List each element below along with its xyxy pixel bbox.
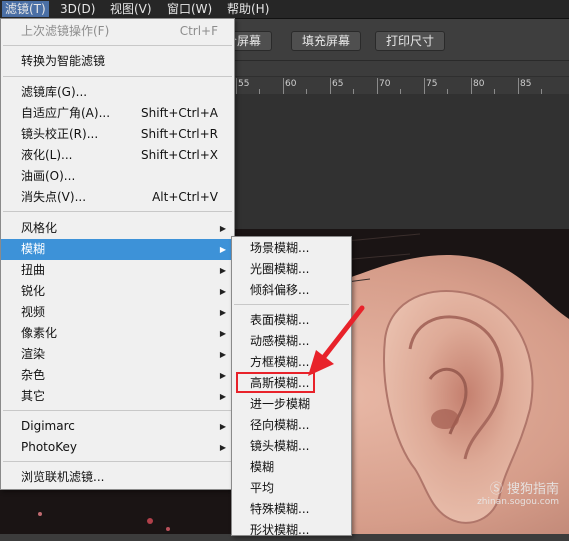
submenu-item-average[interactable]: 平均 [232,478,351,499]
menu-bar: 滤镜(T) 3D(D) 视图(V) 窗口(W) 帮助(H) [0,0,569,19]
menu-item-blur[interactable]: 模糊 ▶ [1,239,234,260]
watermark-url: zhinan.sogou.com [477,497,559,507]
print-size-button[interactable]: 打印尺寸 [375,31,446,51]
submenu-arrow-icon: ▶ [219,266,226,275]
submenu-item-label: 模糊 [250,460,275,474]
submenu-item-label: 镜头模糊... [250,439,310,453]
ruler-tick [330,78,331,94]
submenu-arrow-icon: ▶ [219,422,226,431]
submenu-item-label: 场景模糊... [250,241,310,255]
ruler-tick [471,78,472,94]
submenu-item-iris-blur[interactable]: 光圈模糊... [232,259,351,280]
menu-separator [3,76,232,77]
ruler-label: 60 [285,79,297,89]
menu-view[interactable]: 视图(V) [107,1,155,17]
menu-item-distort[interactable]: 扭曲 ▶ [1,260,234,281]
watermark-logo-icon: Ⓢ [489,482,503,497]
horizontal-ruler: 55 60 65 70 75 80 85 [233,76,569,95]
annotation-arrow-icon [308,305,365,376]
menu-item-vanishing-point[interactable]: 消失点(V)... Alt+Ctrl+V [1,187,234,208]
submenu-item-label: 径向模糊... [250,418,310,432]
ruler-label: 65 [332,79,344,89]
submenu-arrow-icon: ▶ [219,308,226,317]
ruler-label: 55 [238,79,250,89]
menu-item-pixelate[interactable]: 像素化 ▶ [1,323,234,344]
menu-separator [3,45,232,46]
submenu-item-radial-blur[interactable]: 径向模糊... [232,415,351,436]
menu-item-adaptive-wide-angle[interactable]: 自适应广角(A)... Shift+Ctrl+A [1,103,234,124]
menu-item-stylize[interactable]: 风格化 ▶ [1,218,234,239]
submenu-arrow-icon: ▶ [219,350,226,359]
submenu-arrow-icon: ▶ [219,287,226,296]
menu-item-render[interactable]: 渲染 ▶ [1,344,234,365]
menu-item-noise[interactable]: 杂色 ▶ [1,365,234,386]
ruler-tick [424,78,425,94]
menu-separator [3,461,232,462]
menu-item-liquify[interactable]: 液化(L)... Shift+Ctrl+X [1,145,234,166]
menu-item-oil-paint[interactable]: 油画(O)... [1,166,234,187]
menu-item-other[interactable]: 其它 ▶ [1,386,234,407]
menu-item-video[interactable]: 视频 ▶ [1,302,234,323]
submenu-item-label: 平均 [250,481,275,495]
submenu-arrow-icon: ▶ [219,329,226,338]
submenu-item-lens-blur[interactable]: 镜头模糊... [232,436,351,457]
ruler-tick [236,78,237,94]
watermark: Ⓢ 搜狗指南 zhinan.sogou.com [477,478,559,507]
submenu-item-label: 形状模糊... [250,523,310,537]
menu-separator [3,211,232,212]
menu-help[interactable]: 帮助(H) [224,1,272,17]
menu-filter[interactable]: 滤镜(T) [2,1,49,17]
filter-menu: 上次滤镜操作(F) Ctrl+F 转换为智能滤镜 滤镜库(G)... 自适应广角(… [0,18,235,490]
menu-3d[interactable]: 3D(D) [57,1,98,17]
ruler-label: 80 [473,79,485,89]
submenu-item-smart-blur[interactable]: 特殊模糊... [232,499,351,520]
watermark-brand: 搜狗指南 [506,482,559,497]
submenu-arrow-icon: ▶ [219,371,226,380]
submenu-arrow-icon: ▶ [219,443,226,452]
submenu-item-label: 特殊模糊... [250,502,310,516]
menu-item-browse-filters-online[interactable]: 浏览联机滤镜... [1,467,234,488]
menu-item-convert-smart-filter[interactable]: 转换为智能滤镜 [1,51,234,72]
menu-item-digimarc[interactable]: Digimarc ▶ [1,416,234,437]
submenu-item-blur[interactable]: 模糊 [232,457,351,478]
submenu-item-shape-blur[interactable]: 形状模糊... [232,520,351,541]
submenu-item-field-blur[interactable]: 场景模糊... [232,238,351,259]
menu-item-filter-gallery[interactable]: 滤镜库(G)... [1,82,234,103]
ruler-label: 75 [426,79,438,89]
menu-window[interactable]: 窗口(W) [164,1,215,17]
fill-screen-button[interactable]: 填充屏幕 [291,31,362,51]
ruler-tick [283,78,284,94]
submenu-item-label: 进一步模糊 [250,397,311,411]
submenu-arrow-icon: ▶ [219,392,226,401]
menu-item-last-filter: 上次滤镜操作(F) Ctrl+F [21,24,218,38]
submenu-item-blur-more[interactable]: 进一步模糊 [232,394,351,415]
ruler-label: 85 [520,79,532,89]
menu-item-lens-correction[interactable]: 镜头校正(R)... Shift+Ctrl+R [1,124,234,145]
submenu-item-label: 光圈模糊... [250,262,310,276]
submenu-arrow-icon: ▶ [219,224,226,233]
menu-item-sharpen[interactable]: 锐化 ▶ [1,281,234,302]
menu-separator [3,410,232,411]
menu-item-photokey[interactable]: PhotoKey ▶ [1,437,234,458]
submenu-item-label: 倾斜偏移... [250,283,310,297]
ruler-label: 70 [379,79,391,89]
ruler-tick [377,78,378,94]
ruler-tick [518,78,519,94]
submenu-item-tilt-shift[interactable]: 倾斜偏移... [232,280,351,301]
submenu-arrow-icon: ▶ [219,245,226,254]
